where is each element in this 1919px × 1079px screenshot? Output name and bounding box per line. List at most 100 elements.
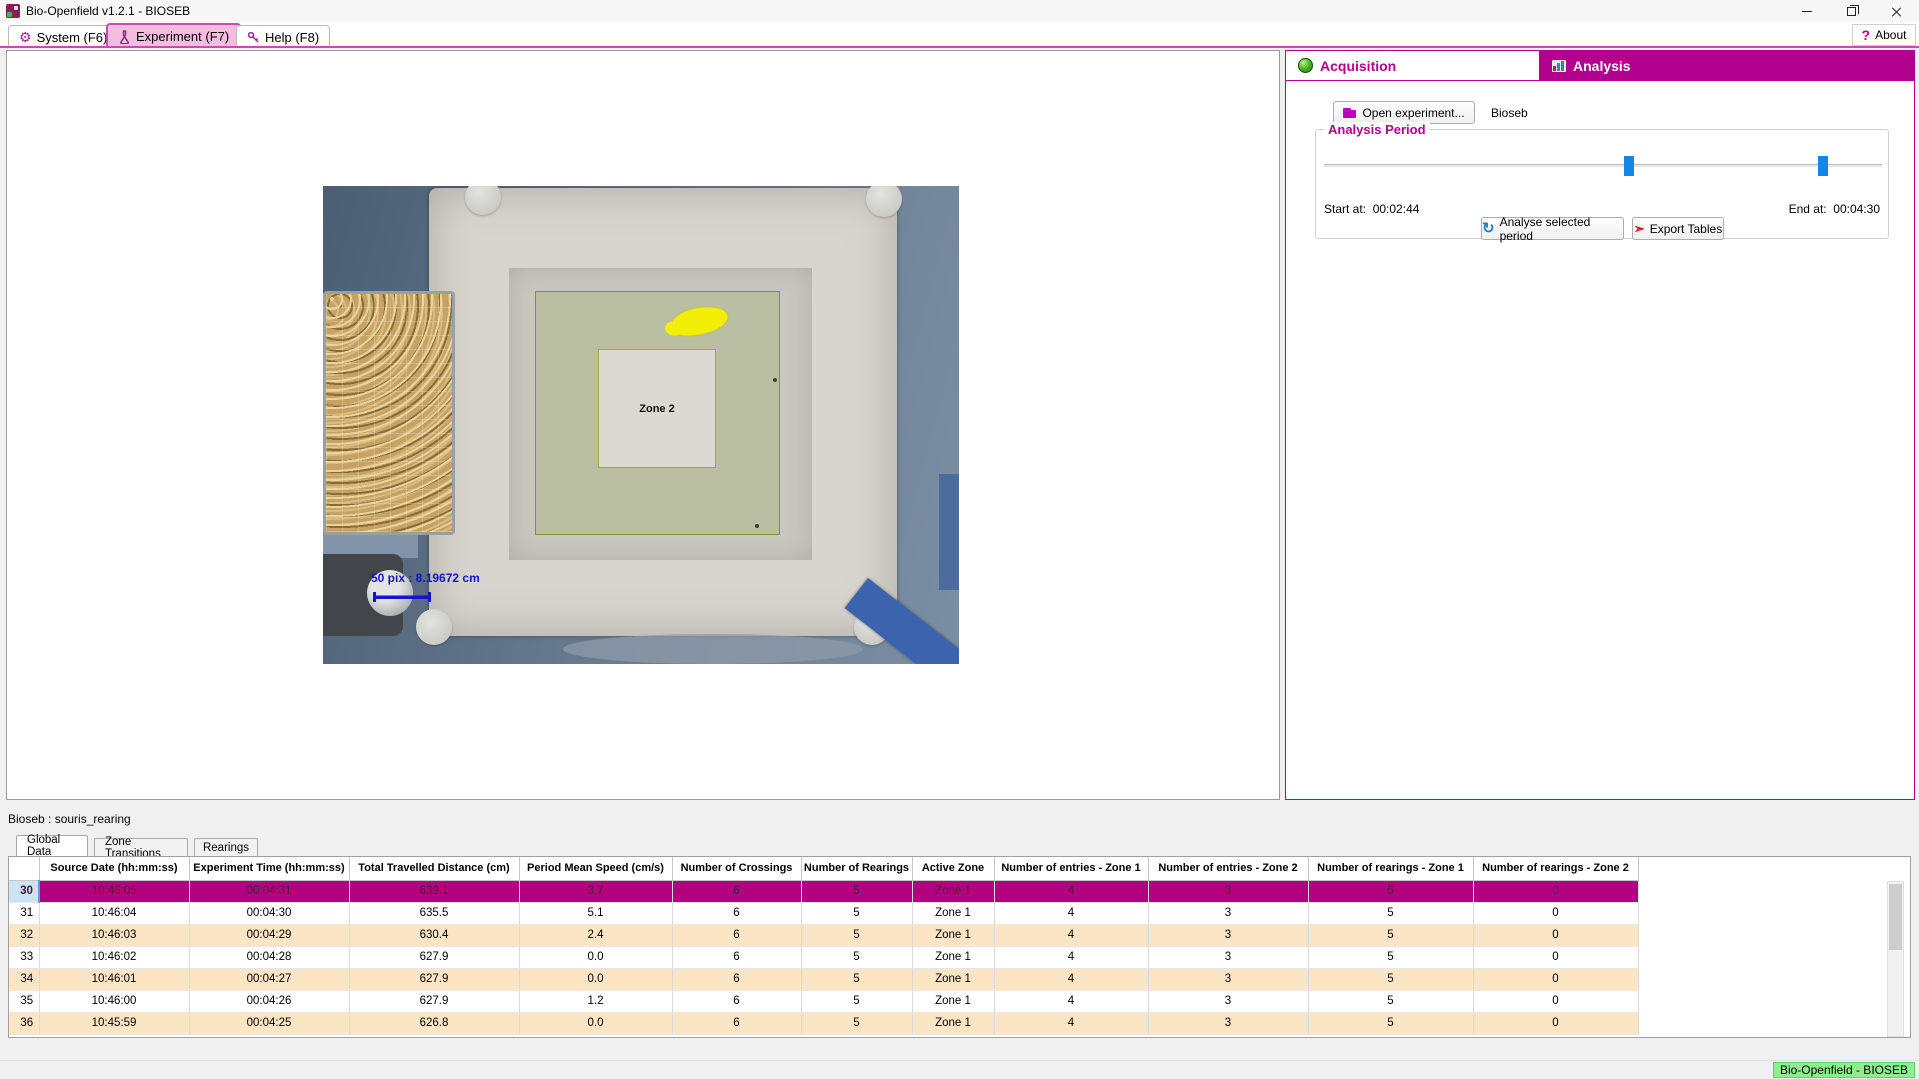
- column-header[interactable]: Source Date (hh:mm:ss): [39, 857, 190, 881]
- column-header[interactable]: Number of Rearings: [801, 857, 913, 881]
- table-cell[interactable]: 10:45:59: [39, 1012, 190, 1035]
- table-cell[interactable]: 10:46:03: [39, 924, 190, 947]
- table-cell[interactable]: 5: [1308, 924, 1474, 947]
- table-cell[interactable]: 6: [672, 902, 802, 925]
- table-cell[interactable]: 0: [1473, 990, 1639, 1013]
- table-cell[interactable]: 10:46:00: [39, 990, 190, 1013]
- table-cell[interactable]: 5: [1308, 902, 1474, 925]
- table-cell[interactable]: 00:04:27: [189, 968, 350, 991]
- tab-rearings[interactable]: Rearings: [194, 838, 258, 856]
- column-header[interactable]: Number of entries - Zone 1: [994, 857, 1149, 881]
- table-cell[interactable]: 0.0: [519, 1012, 673, 1035]
- table-cell[interactable]: 0.0: [519, 968, 673, 991]
- table-cell[interactable]: 3: [1148, 924, 1309, 947]
- table-cell[interactable]: 3: [1148, 902, 1309, 925]
- table-cell[interactable]: 5.1: [519, 902, 673, 925]
- table-cell[interactable]: 6: [672, 1012, 802, 1035]
- table-cell[interactable]: 2.4: [519, 924, 673, 947]
- vertical-scrollbar[interactable]: [1887, 881, 1904, 1037]
- row-number-cell[interactable]: 33: [9, 946, 40, 969]
- table-cell[interactable]: 5: [801, 902, 913, 925]
- table-cell[interactable]: 5: [801, 924, 913, 947]
- tab-acquisition[interactable]: Acquisition: [1286, 51, 1540, 80]
- table-cell[interactable]: 3: [1148, 990, 1309, 1013]
- table-row[interactable]: 33 10:46:02 00:04:28 627.9 0.0 6 5 Zone 14350: [9, 946, 1639, 969]
- table-cell[interactable]: 4: [994, 1012, 1149, 1035]
- table-cell[interactable]: 0.0: [519, 946, 673, 969]
- table-cell[interactable]: 5: [1308, 968, 1474, 991]
- table-cell[interactable]: 6: [672, 968, 802, 991]
- column-header[interactable]: Experiment Time (hh:mm:ss): [189, 857, 350, 881]
- tab-experiment[interactable]: Experiment (F7): [106, 23, 242, 48]
- table-cell[interactable]: 00:04:29: [189, 924, 350, 947]
- open-experiment-button[interactable]: Open experiment...: [1333, 101, 1475, 124]
- table-cell[interactable]: 0: [1473, 1012, 1639, 1035]
- table-cell[interactable]: 5: [1308, 1012, 1474, 1035]
- table-cell[interactable]: Zone 1: [912, 880, 995, 903]
- close-button[interactable]: [1874, 0, 1919, 22]
- table-cell[interactable]: 6: [672, 880, 802, 903]
- table-row[interactable]: 34 10:46:01 00:04:27 627.9 0.0 6 5 Zone 14350: [9, 968, 1639, 991]
- table-row[interactable]: 31 10:46:04 00:04:30 635.5 5.1 6 5 Zone 14350: [9, 902, 1639, 925]
- table-cell[interactable]: 0: [1473, 924, 1639, 947]
- table-cell[interactable]: 6: [672, 924, 802, 947]
- column-header[interactable]: Period Mean Speed (cm/s): [519, 857, 673, 881]
- column-header[interactable]: Number of rearings - Zone 1: [1308, 857, 1474, 881]
- table-cell[interactable]: 3: [1148, 946, 1309, 969]
- table-cell[interactable]: 10:46:04: [39, 902, 190, 925]
- table-cell[interactable]: 10:46:01: [39, 968, 190, 991]
- slider-track[interactable]: [1324, 164, 1882, 168]
- tab-global-data[interactable]: Global Data: [16, 834, 88, 858]
- export-tables-button[interactable]: ➣ Export Tables: [1632, 217, 1724, 240]
- table-cell[interactable]: 00:04:28: [189, 946, 350, 969]
- table-cell[interactable]: Zone 1: [912, 946, 995, 969]
- table-cell[interactable]: 5: [801, 990, 913, 1013]
- table-row[interactable]: 36 10:45:59 00:04:25 626.8 0.0 6 5 Zone 14350: [9, 1012, 1639, 1035]
- table-cell[interactable]: 5: [1308, 990, 1474, 1013]
- row-number-cell[interactable]: 35: [9, 990, 40, 1013]
- row-number-cell[interactable]: 36: [9, 1012, 40, 1035]
- column-header[interactable]: Number of Crossings: [672, 857, 802, 881]
- minimize-button[interactable]: [1784, 0, 1829, 22]
- row-number-cell[interactable]: 34: [9, 968, 40, 991]
- table-cell[interactable]: 6: [672, 946, 802, 969]
- table-cell[interactable]: 4: [994, 902, 1149, 925]
- table-cell[interactable]: 5: [801, 1012, 913, 1035]
- table-cell[interactable]: 0: [1473, 946, 1639, 969]
- table-cell[interactable]: 639.1: [349, 880, 520, 903]
- table-cell[interactable]: 5: [801, 946, 913, 969]
- table-cell[interactable]: 00:04:25: [189, 1012, 350, 1035]
- table-row[interactable]: 35 10:46:00 00:04:26 627.9 1.2 6 5 Zone 14350: [9, 990, 1639, 1013]
- table-row[interactable]: 32 10:46:03 00:04:29 630.4 2.4 6 5 Zone 14350: [9, 924, 1639, 947]
- table-cell[interactable]: 4: [994, 880, 1149, 903]
- table-cell[interactable]: 3: [1148, 1012, 1309, 1035]
- table-cell[interactable]: 3: [1148, 968, 1309, 991]
- table-cell[interactable]: 4: [994, 990, 1149, 1013]
- table-cell[interactable]: 00:04:30: [189, 902, 350, 925]
- slider-end-handle[interactable]: [1817, 156, 1828, 176]
- table-cell[interactable]: Zone 1: [912, 902, 995, 925]
- table-cell[interactable]: 627.9: [349, 968, 520, 991]
- table-cell[interactable]: 5: [1308, 880, 1474, 903]
- tab-help[interactable]: Help (F8): [236, 25, 331, 48]
- table-cell[interactable]: 00:04:31: [189, 880, 350, 903]
- table-cell[interactable]: 3: [1148, 880, 1309, 903]
- table-cell[interactable]: 5: [1308, 946, 1474, 969]
- tab-zone-transitions[interactable]: Zone Transitions: [94, 836, 188, 860]
- table-cell[interactable]: 1.2: [519, 990, 673, 1013]
- table-cell[interactable]: 627.9: [349, 990, 520, 1013]
- table-cell[interactable]: 6: [672, 990, 802, 1013]
- scrollbar-thumb[interactable]: [1889, 884, 1902, 950]
- column-header[interactable]: Total Travelled Distance (cm): [349, 857, 520, 881]
- maximize-button[interactable]: [1829, 0, 1874, 22]
- tab-system[interactable]: ⚙ System (F6): [8, 25, 119, 48]
- table-cell[interactable]: 4: [994, 968, 1149, 991]
- table-cell[interactable]: 0: [1473, 880, 1639, 903]
- slider-start-handle[interactable]: [1624, 156, 1635, 176]
- table-cell[interactable]: 630.4: [349, 924, 520, 947]
- table-cell[interactable]: Zone 1: [912, 924, 995, 947]
- table-cell[interactable]: 626.8: [349, 1012, 520, 1035]
- table-cell[interactable]: 4: [994, 946, 1149, 969]
- analyse-selected-period-button[interactable]: ↻ Analyse selected period: [1481, 215, 1624, 243]
- table-cell[interactable]: 10:46:05: [39, 880, 190, 903]
